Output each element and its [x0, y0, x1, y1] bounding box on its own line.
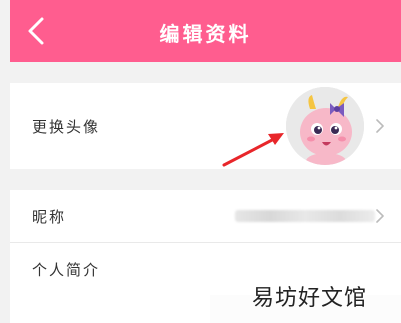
chevron-right-icon — [375, 118, 385, 134]
avatar[interactable] — [286, 87, 364, 165]
edit-profile-screen: 编辑资料 更换头像 昵称 个人简介 易坊好文馆 — [0, 0, 401, 323]
nickname-row[interactable]: 昵称 — [10, 190, 401, 242]
red-arrow-annotation — [222, 133, 284, 167]
page-title: 编辑资料 — [159, 22, 252, 46]
nickname-label: 昵称 — [32, 208, 67, 226]
avatar-image — [286, 87, 364, 165]
next-row-strip — [10, 295, 210, 323]
change-avatar-row[interactable]: 更换头像 — [10, 83, 401, 169]
change-avatar-label: 更换头像 — [32, 118, 101, 136]
watermark-text: 易坊好文馆 — [252, 286, 368, 311]
intro-label: 个人简介 — [32, 261, 101, 279]
nickname-value-redacted — [235, 210, 375, 222]
chevron-right-icon — [375, 208, 385, 224]
header-bar: 编辑资料 — [10, 0, 401, 62]
